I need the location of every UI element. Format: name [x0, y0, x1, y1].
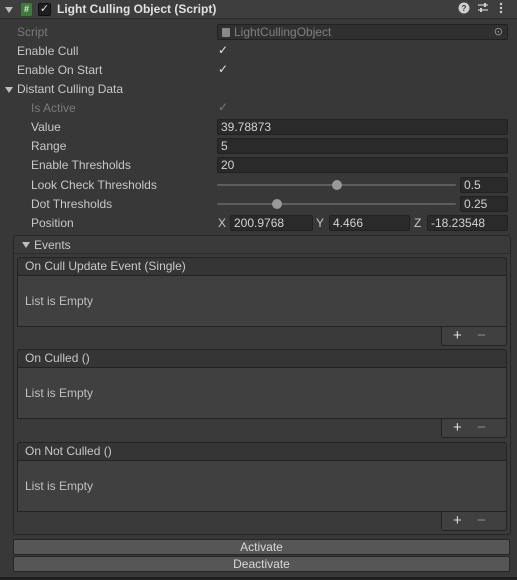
- value-label: Value: [31, 120, 61, 134]
- event-title: On Culled (): [17, 349, 507, 368]
- position-y-field[interactable]: 4.466: [329, 215, 410, 231]
- component-header[interactable]: # ✓ Light Culling Object (Script) ?: [0, 0, 517, 19]
- enable-cull-checkbox[interactable]: ✓: [218, 43, 228, 57]
- script-field-value: LightCullingObject: [234, 25, 332, 39]
- enable-on-start-label: Enable On Start: [17, 63, 103, 77]
- event-list-footer: + −: [441, 327, 507, 346]
- range-field[interactable]: 5: [217, 138, 508, 154]
- is-active-label: Is Active: [31, 101, 76, 115]
- is-active-checkbox: ✓: [218, 100, 229, 114]
- dot-thresholds-slider-track[interactable]: [217, 203, 456, 205]
- events-header[interactable]: Events: [14, 236, 510, 254]
- range-label: Range: [31, 139, 67, 153]
- remove-listener-button[interactable]: −: [477, 512, 486, 529]
- distant-culling-foldout-arrow-icon[interactable]: [5, 87, 13, 93]
- empty-list-label: List is Empty: [25, 479, 94, 493]
- enable-thresholds-field[interactable]: 20: [217, 157, 508, 173]
- script-icon: #: [21, 3, 32, 16]
- event-list-body: List is Empty: [17, 276, 507, 327]
- event-title: On Not Culled (): [17, 442, 507, 461]
- position-z-label[interactable]: Z: [414, 216, 421, 230]
- empty-list-label: List is Empty: [25, 386, 94, 400]
- script-file-icon: [222, 28, 230, 37]
- help-icon[interactable]: ?: [458, 2, 470, 17]
- component-enabled-toggle[interactable]: ✓: [38, 3, 51, 16]
- position-label: Position: [31, 216, 74, 230]
- deactivate-button[interactable]: Deactivate: [13, 556, 510, 572]
- component-foldout-arrow-icon[interactable]: [5, 7, 13, 13]
- add-listener-button[interactable]: +: [453, 327, 462, 344]
- add-listener-button[interactable]: +: [453, 512, 462, 529]
- dot-thresholds-slider-handle[interactable]: [271, 199, 282, 209]
- position-x-field[interactable]: 200.9768: [230, 215, 313, 231]
- look-check-thresholds-field[interactable]: 0.5: [460, 177, 508, 193]
- look-check-slider-handle[interactable]: [331, 180, 342, 190]
- event-list-footer: + −: [441, 512, 507, 531]
- dot-thresholds-field[interactable]: 0.25: [460, 196, 508, 212]
- presets-icon[interactable]: [477, 2, 489, 17]
- position-x-label[interactable]: X: [218, 216, 226, 230]
- look-check-thresholds-label: Look Check Thresholds: [31, 178, 157, 192]
- remove-listener-button[interactable]: −: [477, 419, 486, 436]
- event-title: On Cull Update Event (Single): [17, 257, 507, 276]
- enable-on-start-checkbox[interactable]: ✓: [218, 62, 228, 76]
- kebab-menu-icon[interactable]: [498, 2, 504, 17]
- position-y-label[interactable]: Y: [316, 216, 324, 230]
- svg-text:?: ?: [462, 4, 467, 13]
- value-field[interactable]: 39.78873: [217, 119, 508, 135]
- event-list-footer: + −: [441, 419, 507, 438]
- distant-culling-data-label[interactable]: Distant Culling Data: [17, 82, 123, 96]
- empty-list-label: List is Empty: [25, 294, 94, 308]
- add-listener-button[interactable]: +: [453, 419, 462, 436]
- event-list-body: List is Empty: [17, 368, 507, 419]
- activate-button[interactable]: Activate: [13, 539, 510, 555]
- dot-thresholds-label: Dot Thresholds: [31, 197, 113, 211]
- events-foldout-arrow-icon[interactable]: [22, 242, 30, 248]
- script-label: Script: [17, 25, 48, 39]
- event-list-body: List is Empty: [17, 461, 507, 512]
- position-z-field[interactable]: -18.23548: [427, 215, 508, 231]
- component-title: Light Culling Object (Script): [57, 2, 217, 16]
- enable-cull-label: Enable Cull: [17, 44, 79, 58]
- enable-thresholds-label: Enable Thresholds: [31, 158, 131, 172]
- object-picker-icon[interactable]: ⊙: [494, 25, 503, 39]
- remove-listener-button[interactable]: −: [477, 327, 486, 344]
- script-field[interactable]: LightCullingObject ⊙: [217, 24, 508, 40]
- events-title: Events: [34, 238, 71, 252]
